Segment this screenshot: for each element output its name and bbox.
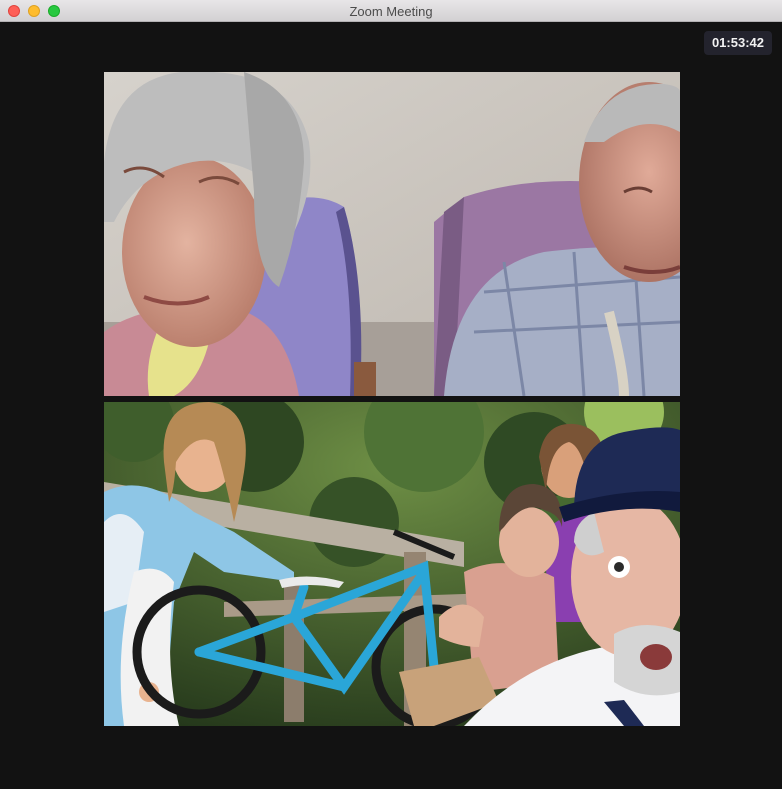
meeting-timer: 01:53:42 xyxy=(703,31,772,55)
participant-video-tile-2[interactable] xyxy=(104,402,680,726)
window-title: Zoom Meeting xyxy=(349,4,433,19)
video-feed-elderly-couple xyxy=(104,72,680,396)
title-bar[interactable]: Zoom Meeting xyxy=(0,0,782,22)
video-feed-family-with-bike xyxy=(104,402,680,726)
zoom-meeting-window: Zoom Meeting 01:53:42 xyxy=(0,0,782,789)
participant-video-tile-1[interactable] xyxy=(104,72,680,396)
